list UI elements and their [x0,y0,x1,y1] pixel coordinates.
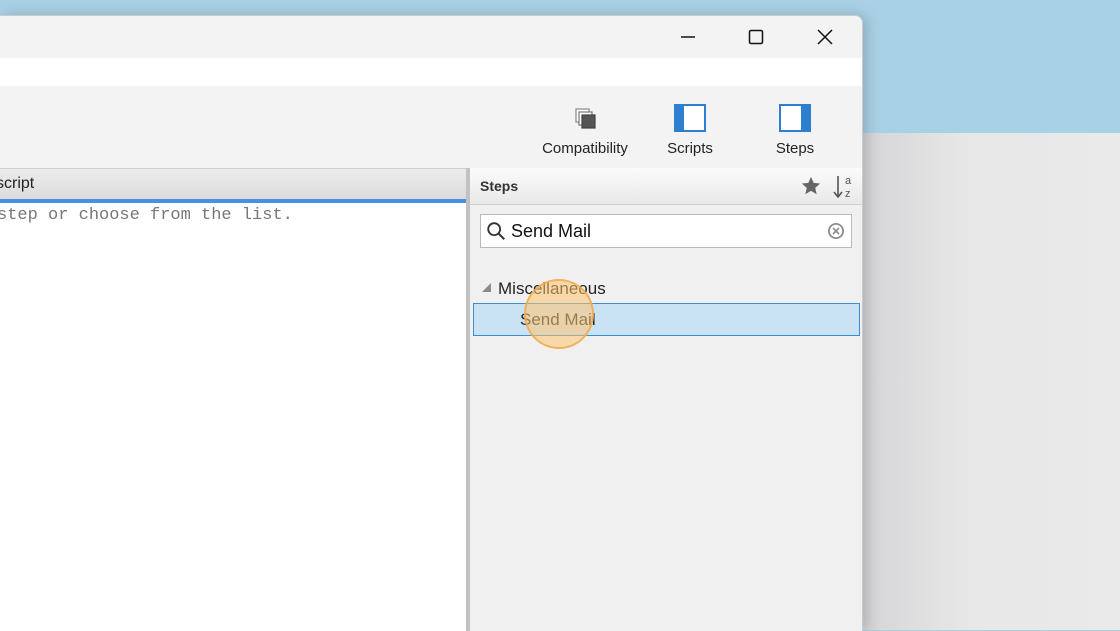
svg-text:z: z [845,188,851,200]
compatibility-label: Compatibility [542,140,628,157]
editor-placeholder: step or choose from the list. [0,206,293,225]
scripts-label: Scripts [667,140,713,157]
steps-pane-icon [779,104,811,132]
compatibility-icon [575,108,596,129]
maximize-icon [748,29,764,45]
script-tab[interactable]: script [0,169,466,199]
clear-search-icon[interactable] [827,222,845,240]
steps-panel-header: Steps a z [470,168,862,205]
minimize-button[interactable] [654,16,722,58]
steps-search-box [480,214,852,248]
title-bar [0,16,862,58]
close-icon [817,29,833,45]
active-tab-indicator [0,199,466,203]
favorites-star-icon[interactable] [800,175,822,197]
step-item-send-mail[interactable]: Send Mail [473,303,860,336]
menu-bar [0,58,862,86]
step-item-label: Send Mail [520,310,596,329]
tree-group-label: Miscellaneous [498,279,606,298]
search-icon [487,222,505,240]
scripts-pane-icon [674,104,706,132]
close-button[interactable] [791,16,859,58]
svg-text:a: a [845,175,852,187]
steps-panel: Steps a z Send Mail Miscellaneous Send M… [470,168,862,631]
toolbar: Compatibility Scripts Steps [0,86,862,168]
steps-search-input[interactable] [511,215,821,247]
minimize-icon [681,36,695,38]
desktop-background [860,133,1120,630]
tree-group-miscellaneous[interactable]: Miscellaneous [482,278,606,300]
sort-az-icon[interactable]: a z [832,172,858,200]
script-tab-label: script [0,175,35,192]
app-window: Compatibility Scripts Steps script [0,15,863,631]
maximize-button[interactable] [722,16,790,58]
script-editor[interactable]: script step or choose from the list. [0,168,466,631]
steps-button[interactable]: Steps [765,102,825,160]
steps-panel-title: Steps [480,178,519,194]
steps-label: Steps [775,140,815,157]
expand-arrow-icon[interactable] [482,283,491,292]
compatibility-button[interactable]: Compatibility [540,102,630,160]
scripts-button[interactable]: Scripts [660,102,720,160]
